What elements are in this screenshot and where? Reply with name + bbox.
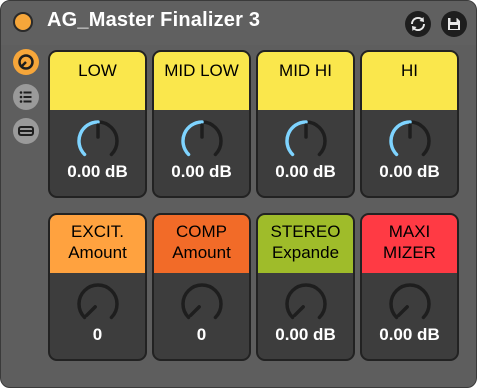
knob-value-arc [181, 120, 204, 157]
macro-panel-hi[interactable]: HI 0.00 dB [360, 50, 459, 198]
macro-panel-stereo-expande[interactable]: STEREO Expande 0.00 dB [256, 213, 355, 361]
macro-label-line: COMP [176, 222, 227, 241]
knob-needle [188, 305, 201, 318]
macro-label-line: STEREO [270, 222, 341, 241]
macro-value: 0 [92, 325, 103, 344]
knob-track [389, 283, 431, 320]
list-icon [19, 91, 32, 103]
macro-value: 0.00 dB [275, 162, 336, 181]
device-title: AG_Master Finalizer 3 [47, 9, 261, 31]
power-toggle[interactable] [13, 12, 33, 32]
macro-label-line: MID HI [279, 61, 332, 80]
macro-label-line: EXCIT. [71, 222, 124, 241]
macro-value: 0 [196, 325, 207, 344]
macro-value: 0.00 dB [379, 325, 440, 344]
knob-track [77, 283, 119, 320]
macro-label: HI [362, 52, 457, 110]
macro-value: 0.00 dB [275, 325, 336, 344]
macro-panel-mid-low[interactable]: MID LOW 0.00 dB [152, 50, 251, 198]
macro-panel-mid-hi[interactable]: MID HI 0.00 dB [256, 50, 355, 198]
macro-label: EXCIT. Amount [50, 215, 145, 273]
macro-panel-comp-amount[interactable]: COMP Amount 0 [152, 213, 251, 361]
list-view-button[interactable] [13, 84, 39, 110]
knob-dial[interactable] [174, 277, 230, 327]
macro-label-line: Amount [172, 243, 231, 262]
macro-label-line: MAXI [388, 222, 431, 241]
knob-needle [292, 305, 305, 318]
macro-panel-maxi-mizer[interactable]: MAXI MIZER 0.00 dB [360, 213, 459, 361]
knob-dial[interactable] [70, 277, 126, 327]
save-icon [448, 18, 460, 30]
knob-value-arc [389, 120, 412, 157]
macro-value: 0.00 dB [379, 162, 440, 181]
macro-label-line: Amount [68, 243, 127, 262]
collapse-button[interactable] [13, 118, 39, 144]
device-active-icon [18, 54, 34, 70]
macro-label-line: MIZER [383, 243, 436, 262]
title-bar: AG_Master Finalizer 3 [1, 1, 476, 45]
macro-value: 0.00 dB [171, 162, 232, 181]
macro-label: LOW [50, 52, 145, 110]
save-button[interactable] [441, 11, 467, 37]
knob-track [181, 283, 223, 320]
knob-dial[interactable] [278, 114, 334, 164]
swap-button[interactable] [405, 11, 431, 37]
device-active-button[interactable] [13, 49, 39, 75]
macro-label-line: Expande [271, 243, 340, 262]
macro-label-line: LOW [78, 61, 117, 80]
knob-dial[interactable] [278, 277, 334, 327]
macro-label: COMP Amount [154, 215, 249, 273]
macro-value: 0.00 dB [67, 162, 128, 181]
swap-icon [410, 16, 426, 32]
macro-label-line: HI [401, 61, 418, 80]
knob-value-arc [285, 120, 308, 157]
minus-icon [18, 126, 34, 136]
knob-dial[interactable] [382, 114, 438, 164]
knob-dial[interactable] [70, 114, 126, 164]
macro-label: MID HI [258, 52, 353, 110]
knob-track [285, 283, 327, 320]
macro-panel-low[interactable]: LOW 0.00 dB [48, 50, 147, 198]
macro-label: STEREO Expande [258, 215, 353, 273]
knob-needle [396, 305, 409, 318]
macro-label-line: MID LOW [164, 61, 239, 80]
macro-panel-excit-amount[interactable]: EXCIT. Amount 0 [48, 213, 147, 361]
knob-value-arc [77, 120, 100, 157]
device-window: AG_Master Finalizer 3 LOW 0.00 dB MID LO… [0, 0, 477, 388]
knob-dial[interactable] [174, 114, 230, 164]
knob-needle [84, 305, 97, 318]
knob-dial[interactable] [382, 277, 438, 327]
macro-label: MID LOW [154, 52, 249, 110]
macro-label: MAXI MIZER [362, 215, 457, 273]
